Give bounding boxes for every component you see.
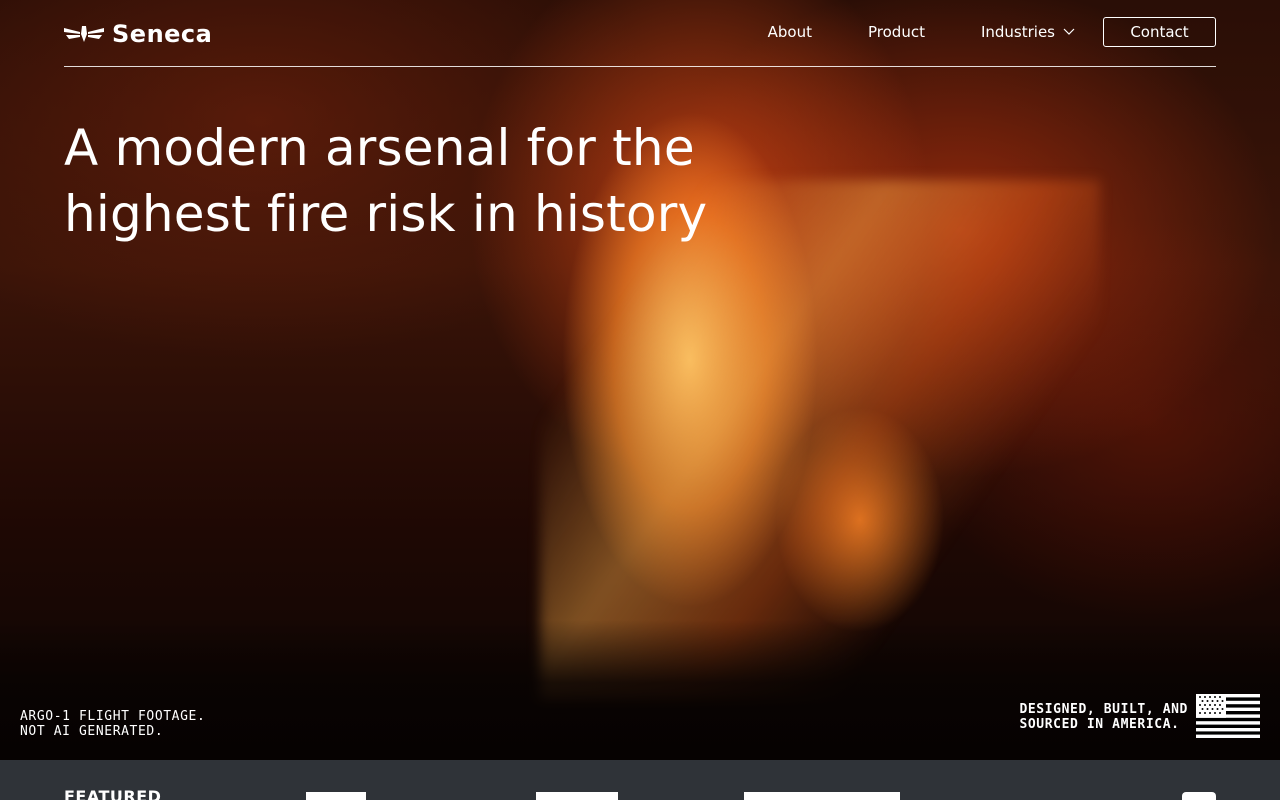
nav-industries-label: Industries <box>980 23 1055 41</box>
footage-caption-line1: ARGO-1 FLIGHT FOOTAGE. <box>20 709 206 724</box>
chevron-down-icon <box>1063 28 1075 35</box>
featured-press-bar: FEATURED <box>0 760 1280 800</box>
hero-background <box>0 0 1280 760</box>
press-logo[interactable] <box>536 792 618 800</box>
hero-headline-line2: highest fire risk in history <box>64 185 708 243</box>
hero-headline: A modern arsenal for the highest fire ri… <box>64 115 784 247</box>
featured-label: FEATURED <box>64 787 162 800</box>
top-navigation: Seneca About Product Industries Contact <box>64 0 1216 67</box>
press-logo[interactable] <box>306 792 366 800</box>
made-in-america-line1: DESIGNED, BUILT, AND <box>1019 702 1188 717</box>
hero-headline-line1: A modern arsenal for the <box>64 119 695 177</box>
footage-caption: ARGO-1 FLIGHT FOOTAGE. NOT AI GENERATED. <box>20 709 205 739</box>
nav-product-link[interactable]: Product <box>868 23 925 41</box>
footage-caption-line2: NOT AI GENERATED. <box>20 724 164 739</box>
press-logo[interactable] <box>744 792 900 800</box>
hillside-silhouette <box>0 620 1280 760</box>
press-logo[interactable] <box>1182 792 1216 800</box>
american-flag-icon <box>1196 694 1260 738</box>
brand-logo[interactable]: Seneca <box>64 20 212 48</box>
brand-name: Seneca <box>112 20 213 48</box>
seneca-wing-logo-icon <box>64 26 104 42</box>
nav-links: About Product Industries Contact <box>768 17 1216 47</box>
made-in-america-caption: DESIGNED, BUILT, AND SOURCED IN AMERICA. <box>1019 702 1188 732</box>
contact-button[interactable]: Contact <box>1103 17 1216 47</box>
made-in-america-line2: SOURCED IN AMERICA. <box>1019 717 1180 732</box>
nav-industries-dropdown[interactable]: Industries <box>981 23 1075 41</box>
nav-about-link[interactable]: About <box>768 23 812 41</box>
